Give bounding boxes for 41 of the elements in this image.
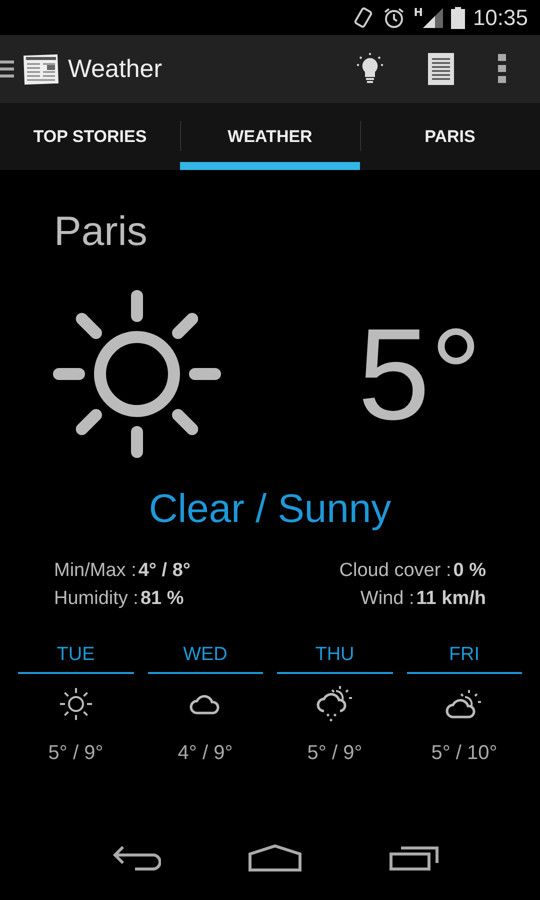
current-temperature: 5° <box>358 309 482 439</box>
stat-value: 81 % <box>140 588 184 609</box>
cloud-sun-rain-icon <box>316 685 354 723</box>
stat-label: Humidity : <box>54 588 138 609</box>
lightbulb-icon[interactable] <box>356 52 384 86</box>
recent-apps-icon[interactable] <box>388 845 439 871</box>
alarm-icon <box>382 6 406 30</box>
signal-icon <box>422 8 443 28</box>
stat-value: 0 % <box>453 560 486 581</box>
stat-value: 11 km/h <box>416 588 486 609</box>
cloud-sun-icon <box>445 689 484 719</box>
cloud-icon <box>189 693 222 715</box>
newspaper-icon[interactable] <box>22 52 60 86</box>
network-type: H <box>414 6 423 19</box>
back-icon[interactable] <box>113 845 162 871</box>
battery-icon <box>450 6 465 28</box>
forecast-day: THU <box>277 644 392 674</box>
clock: 10:35 <box>472 4 528 30</box>
forecast-temperature: 5° / 10° <box>431 742 498 765</box>
forecast-temperature: 5° / 9° <box>48 742 104 765</box>
overflow-menu-icon[interactable] <box>498 54 506 84</box>
city-name: Paris <box>53 207 148 255</box>
forecast-temperature: 4° / 9° <box>178 742 233 765</box>
tab[interactable]: PARIS <box>360 103 540 170</box>
document-icon[interactable] <box>428 53 454 85</box>
stat-label: Min/Max : <box>54 560 136 581</box>
weather-condition: Clear / Sunny <box>148 487 392 532</box>
forecast-day: WED <box>148 644 263 674</box>
forecast-day: FRI <box>406 644 522 674</box>
app-title: Weather <box>68 54 162 84</box>
home-icon[interactable] <box>248 844 302 872</box>
stat-value: 4° / 8° <box>138 560 191 581</box>
vibrate-icon <box>352 6 374 30</box>
forecast-day: TUE <box>18 644 134 674</box>
stat-label: Cloud cover : <box>339 560 452 581</box>
sun-icon <box>58 687 93 721</box>
forecast-temperature: 5° / 9° <box>307 742 362 765</box>
sun-icon <box>52 289 222 459</box>
tab[interactable]: WEATHER <box>180 103 360 170</box>
tab[interactable]: TOP STORIES <box>0 103 180 170</box>
stat-label: Wind : <box>360 588 414 609</box>
